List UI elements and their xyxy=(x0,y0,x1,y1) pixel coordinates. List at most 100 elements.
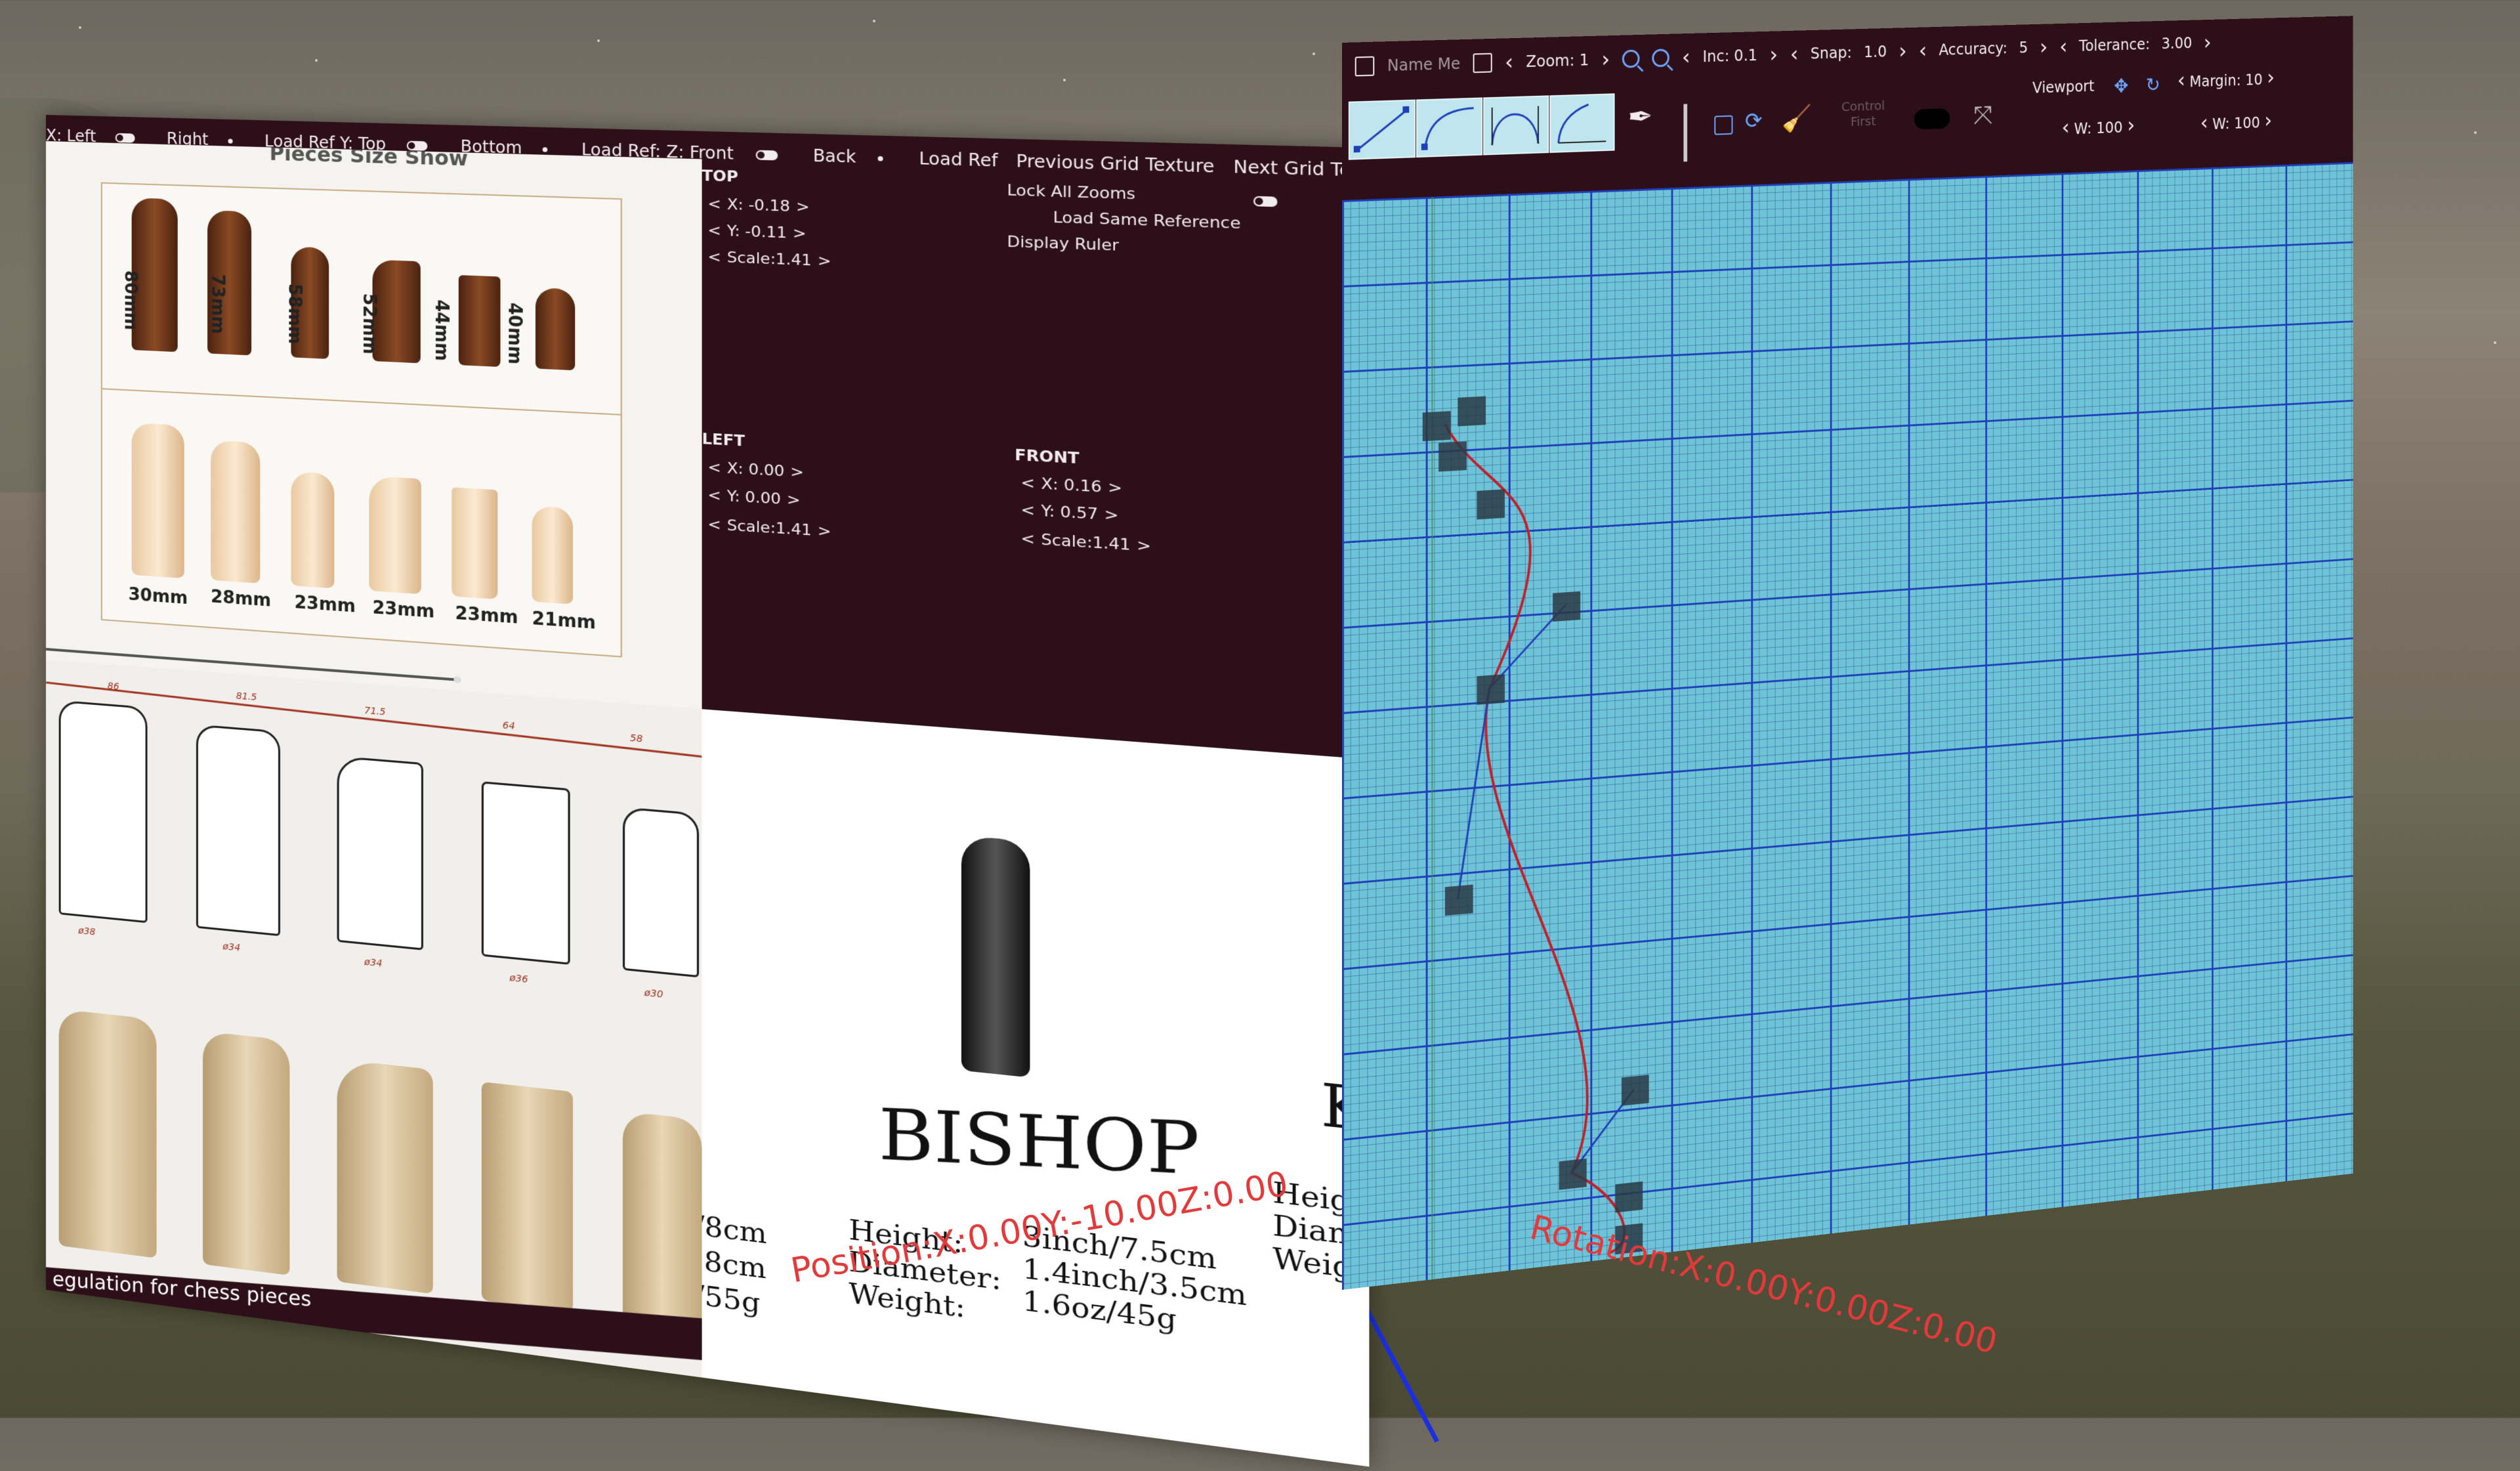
rotate-icon[interactable]: ↻ xyxy=(2146,74,2160,96)
snap-decrement[interactable]: ‹ xyxy=(1790,43,1799,65)
display-ruler-toggle[interactable]: Display Ruler xyxy=(1007,233,1118,255)
control-point[interactable] xyxy=(1477,674,1505,705)
inc-decrement[interactable]: ‹ xyxy=(1682,46,1690,68)
accuracy-increment[interactable]: › xyxy=(2040,36,2048,58)
blueprint-king xyxy=(59,700,148,924)
w1-stepper[interactable]: ‹ W: 100 › xyxy=(2062,115,2135,139)
control-point[interactable] xyxy=(1423,411,1451,441)
accuracy-label: Accuracy: xyxy=(1939,39,2007,59)
tolerance-increment[interactable]: › xyxy=(2204,32,2212,53)
move-icon[interactable]: ✥ xyxy=(2114,75,2128,97)
curve-tool-icon xyxy=(1551,95,1613,152)
size-label: 23mm xyxy=(373,598,435,622)
control-point[interactable] xyxy=(1615,1182,1643,1213)
render-knight xyxy=(337,1059,433,1294)
size-label: 23mm xyxy=(295,593,356,617)
zoom-increment[interactable]: › xyxy=(1601,49,1610,71)
line-tool-button[interactable] xyxy=(1349,100,1416,160)
snap-value[interactable]: 1.0 xyxy=(1864,43,1887,61)
diameter-dim: ø36 xyxy=(509,973,528,986)
front-x-stepper[interactable]: < X: 0.16 > xyxy=(1015,474,1128,498)
height-dim: 64 xyxy=(503,720,515,732)
lock-zooms-switch[interactable] xyxy=(1249,192,1278,211)
arc-tool-button[interactable] xyxy=(1416,97,1482,158)
left-reference-image: 86 81.5 71.5 64 58 ø38 ø34 ø34 ø36 ø30 e… xyxy=(46,660,702,1378)
star xyxy=(873,20,875,22)
bishop-image xyxy=(961,836,1030,1078)
left-view-title: LEFT xyxy=(702,431,746,450)
front-y-stepper[interactable]: < Y: 0.57 > xyxy=(1015,501,1125,525)
light-rook xyxy=(452,487,497,599)
refresh-icon[interactable]: ⟳ xyxy=(1745,108,1763,134)
increment-arrow[interactable]: > xyxy=(796,198,810,216)
view-settings: TOP < X: -0.18 > < Y: -0.11 > < Scale:1.41 > L… xyxy=(702,159,1370,759)
scroll-thumb[interactable] xyxy=(453,676,461,683)
profile-curve xyxy=(1445,415,1624,1271)
control-point[interactable] xyxy=(1458,396,1486,427)
zoom-out-icon[interactable] xyxy=(1652,49,1670,67)
name-input[interactable]: Name Me xyxy=(1387,54,1460,75)
checkbox-icon[interactable] xyxy=(1714,116,1732,135)
load-same-reference-button[interactable]: Load Same Reference xyxy=(1053,209,1241,233)
inc-value: Inc: 0.1 xyxy=(1702,47,1757,66)
top-scale-stepper[interactable]: < Scale:1.41 > xyxy=(702,248,837,270)
star xyxy=(1063,79,1066,81)
diameter-dim: ø34 xyxy=(222,941,240,954)
pen-tool-icon[interactable]: ✒ xyxy=(1628,98,1652,135)
new-file-icon[interactable] xyxy=(1355,56,1375,77)
tolerance-value: 3.00 xyxy=(2162,34,2193,53)
accuracy-decrement[interactable]: ‹ xyxy=(1919,40,1927,62)
control-point[interactable] xyxy=(1622,1075,1649,1105)
diameter-dim: ø30 xyxy=(644,987,663,1000)
top-x-stepper[interactable]: < X: -0.18 > xyxy=(702,195,816,216)
control-point[interactable] xyxy=(1445,885,1473,916)
diameter-dim: ø38 xyxy=(78,926,95,938)
tolerance-decrement[interactable]: ‹ xyxy=(2059,36,2067,58)
broom-icon[interactable]: 🧹 xyxy=(1782,103,1812,134)
front-scale-stepper[interactable]: < Scale:1.41 > xyxy=(1015,530,1158,556)
margin-stepper[interactable]: ‹ Margin: 10 › xyxy=(2177,67,2275,91)
dark-pawn xyxy=(536,288,575,370)
size-label: 30mm xyxy=(129,585,188,609)
inc-increment[interactable]: › xyxy=(1770,44,1778,66)
zoom-decrement[interactable]: ‹ xyxy=(1505,51,1513,74)
spec-fragment: .8cm xyxy=(702,1245,766,1285)
render-bishop xyxy=(203,1031,289,1275)
left-x-stepper[interactable]: < X: 0.00 > xyxy=(702,458,810,482)
star xyxy=(2474,131,2477,134)
dark-rook xyxy=(459,275,501,367)
zoom-in-icon[interactable] xyxy=(1622,49,1640,68)
control-point[interactable] xyxy=(1559,1159,1587,1190)
control-point[interactable] xyxy=(1477,489,1505,519)
toggle-icon[interactable] xyxy=(1914,108,1950,129)
blueprint-knight xyxy=(337,756,423,950)
snap-increment[interactable]: › xyxy=(1899,40,1906,62)
profile-curve-layer xyxy=(1342,162,2353,1290)
size-label: 44mm xyxy=(431,299,452,362)
height-dim: 71.5 xyxy=(364,705,385,717)
bezier-tool-button[interactable] xyxy=(1483,95,1549,155)
front-view-title: FRONT xyxy=(1015,446,1080,467)
line-tool-icon xyxy=(1350,101,1414,159)
accuracy-value: 5 xyxy=(2019,39,2028,56)
control-point[interactable] xyxy=(1438,441,1467,471)
save-icon[interactable] xyxy=(1473,53,1492,74)
decrement-arrow[interactable]: < xyxy=(707,196,721,213)
curve-tool-button[interactable] xyxy=(1549,93,1614,153)
left-scale-stepper[interactable]: < Scale:1.41 > xyxy=(702,515,837,541)
top-y-stepper[interactable]: < Y: -0.11 > xyxy=(702,222,812,243)
size-label: 58mm xyxy=(284,283,304,345)
left-y-stepper[interactable]: < Y: 0.00 > xyxy=(702,486,807,510)
control-point[interactable] xyxy=(1553,591,1580,622)
w2-stepper[interactable]: ‹ W: 100 › xyxy=(2200,110,2272,134)
height-dim: 81.5 xyxy=(236,691,257,703)
star xyxy=(79,26,81,29)
size-label: 80mm xyxy=(121,270,140,330)
vector-icon[interactable]: ⤧ xyxy=(1973,100,1992,130)
drawing-grid[interactable] xyxy=(1342,162,2353,1290)
lock-all-zooms-toggle[interactable]: Lock All Zooms xyxy=(1007,182,1135,203)
vertical-slider[interactable] xyxy=(1683,104,1687,161)
height-dim: 86 xyxy=(108,681,119,692)
light-knight xyxy=(369,476,421,594)
control-handle xyxy=(1458,689,1489,899)
